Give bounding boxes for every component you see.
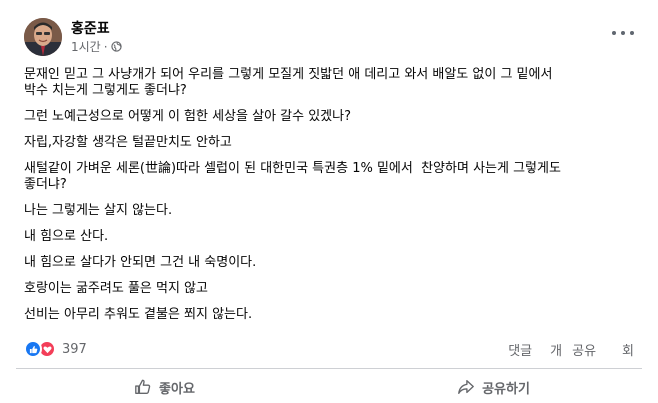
post-header: 홍준표 1시간 ·: [24, 16, 638, 58]
post-paragraph: 그런 노예근성으로 어떻게 이 험한 세상을 살아 갈수 있겠나?: [24, 109, 351, 124]
engagement-counts: 댓글 개 공유 회: [508, 340, 634, 359]
share-label: 공유하기: [482, 381, 530, 397]
thumbs-up-icon: [24, 340, 42, 358]
author-name[interactable]: 홍준표: [71, 18, 110, 38]
post-paragraph: 내 힘으로 살다가 안되면 그건 내 숙명이다.: [24, 255, 257, 270]
post-paragraph: 새털같이 가벼운 세론(世論)따라 셀럽이 된 대한민국 특권층 1% 밑에서 …: [24, 161, 561, 192]
post-paragraph: 호랑이는 굶주려도 풀은 먹지 않고: [24, 281, 208, 296]
post-stats: 397 댓글 개 공유 회: [24, 338, 634, 360]
comments-link[interactable]: 댓글: [508, 340, 532, 359]
post-paragraph: 선비는 아무리 추워도 곁불은 쬐지 않는다.: [24, 307, 253, 322]
more-options-icon[interactable]: [612, 26, 634, 40]
post-paragraph: 내 힘으로 산다.: [24, 229, 109, 244]
post-paragraph: 문재인 믿고 그 사냥개가 되어 우리를 그렇게 모질게 짓밟던 애 데리고 와…: [24, 67, 553, 98]
post-paragraph: 자립,자강할 생각은 털끝만치도 안하고: [24, 135, 232, 150]
thumbs-up-icon: [135, 379, 151, 394]
reaction-count: 397: [62, 341, 87, 357]
post-time[interactable]: 1시간: [71, 38, 101, 55]
post-body: 문재인 믿고 그 사냥개가 되어 우리를 그렇게 모질게 짓밟던 애 데리고 와…: [24, 67, 644, 333]
shares-unit: 회: [622, 344, 634, 359]
post-meta: 1시간 ·: [71, 38, 122, 55]
avatar[interactable]: [24, 18, 62, 56]
share-arrow-icon: [458, 380, 474, 394]
meta-separator: ·: [103, 39, 108, 54]
like-label: 좋아요: [159, 381, 195, 397]
reactions-summary[interactable]: 397: [24, 340, 87, 358]
post-paragraph: 나는 그렇게는 살지 않는다.: [24, 203, 173, 218]
shares-link[interactable]: 공유: [572, 340, 596, 359]
post-actions: 좋아요 공유하기: [0, 372, 658, 402]
avatar-photo: [24, 18, 62, 56]
count-unit: 개: [550, 344, 563, 359]
divider: [16, 368, 642, 369]
globe-icon: [110, 41, 122, 52]
share-button[interactable]: 공유하기: [329, 372, 658, 402]
like-button[interactable]: 좋아요: [0, 372, 329, 402]
facebook-post-card: 홍준표 1시간 · 문재인 믿고 그 사냥개가 되어 우리를 그렇게 모질게 짓…: [0, 0, 658, 403]
